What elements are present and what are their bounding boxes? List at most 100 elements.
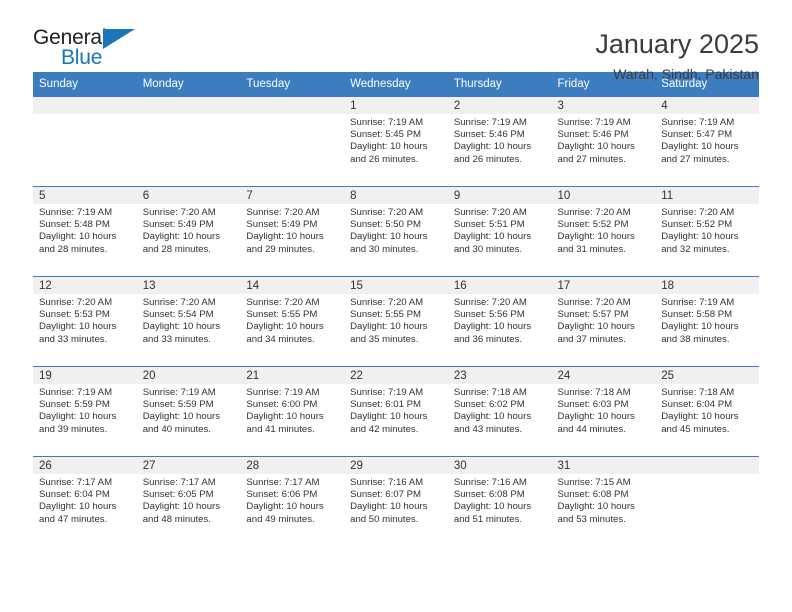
sunset-text: Sunset: 6:08 PM — [453, 489, 525, 501]
calendar-day-cell[interactable]: 5 Sunrise: 7:19 AM Sunset: 5:48 PM Daylight… — [33, 186, 137, 277]
daylight-text: Daylight: 10 hours and 39 minutes. — [39, 411, 117, 435]
day-details: Sunrise: 7:17 AM Sunset: 6:06 PM Daylight:… — [240, 474, 344, 526]
calendar-day-cell[interactable]: 24 Sunrise: 7:18 AM Sunset: 6:03 PM Dayligh… — [551, 366, 656, 457]
day-number — [33, 97, 137, 114]
calendar-day-cell[interactable]: 1 Sunrise: 7:19 AM Sunset: 5:45 PM Daylight… — [344, 96, 448, 187]
daylight-text: Daylight: 10 hours and 43 minutes. — [453, 411, 532, 435]
calendar-day-cell[interactable]: 6 Sunrise: 7:20 AM Sunset: 5:49 PM Daylight… — [136, 186, 241, 277]
day-number — [136, 97, 241, 114]
sunrise-text: Sunrise: 7:17 AM — [246, 477, 320, 488]
day-details: Sunrise: 7:19 AM Sunset: 5:59 PM Daylight:… — [137, 384, 241, 436]
day-number: 21 — [240, 367, 345, 384]
calendar-week-row: 12 Sunrise: 7:20 AM Sunset: 5:53 PM Dayligh… — [33, 276, 759, 367]
calendar-day-cell[interactable]: 8 Sunrise: 7:20 AM Sunset: 5:50 PM Daylight… — [344, 186, 448, 277]
day-details: Sunrise: 7:18 AM Sunset: 6:02 PM Daylight:… — [448, 384, 552, 436]
sunset-text: Sunset: 5:57 PM — [557, 309, 629, 321]
daylight-text: Daylight: 10 hours and 48 minutes. — [142, 501, 221, 525]
calendar-day-cell[interactable]: 25 Sunrise: 7:18 AM Sunset: 6:04 PM Dayligh… — [655, 366, 759, 457]
calendar-day-cell[interactable]: 16 Sunrise: 7:20 AM Sunset: 5:56 PM Dayligh… — [447, 276, 552, 367]
calendar-day-cell[interactable]: 18 Sunrise: 7:19 AM Sunset: 5:58 PM Dayligh… — [655, 276, 759, 367]
calendar-day-cell[interactable]: 19 Sunrise: 7:19 AM Sunset: 5:59 PM Dayligh… — [33, 366, 137, 457]
calendar-day-cell[interactable]: 13 Sunrise: 7:20 AM Sunset: 5:54 PM Dayligh… — [136, 276, 241, 367]
sunrise-text: Sunrise: 7:17 AM — [39, 477, 113, 488]
logo-text-blue: Blue — [61, 46, 103, 69]
daylight-text: Daylight: 10 hours and 27 minutes. — [557, 141, 635, 165]
calendar-day-cell[interactable]: 28 Sunrise: 7:17 AM Sunset: 6:06 PM Dayligh… — [240, 456, 345, 547]
sunset-text: Sunset: 5:47 PM — [661, 129, 733, 141]
day-number: 30 — [447, 457, 552, 474]
calendar-day-cell[interactable]: 9 Sunrise: 7:20 AM Sunset: 5:51 PM Daylight… — [447, 186, 552, 277]
calendar-day-cell[interactable]: 31 Sunrise: 7:15 AM Sunset: 6:08 PM Dayligh… — [551, 456, 656, 547]
daylight-text: Daylight: 10 hours and 40 minutes. — [142, 411, 221, 435]
calendar-day-cell[interactable]: 12 Sunrise: 7:20 AM Sunset: 5:53 PM Dayligh… — [33, 276, 137, 367]
sunset-text: Sunset: 6:01 PM — [350, 399, 422, 411]
daylight-text: Daylight: 10 hours and 28 minutes. — [39, 231, 117, 255]
sunset-text: Sunset: 6:08 PM — [557, 489, 629, 501]
day-details: Sunrise: 7:20 AM Sunset: 5:55 PM Daylight:… — [344, 294, 448, 346]
calendar-day-cell[interactable]: 29 Sunrise: 7:16 AM Sunset: 6:07 PM Dayligh… — [344, 456, 448, 547]
day-number: 1 — [344, 97, 448, 114]
day-details: Sunrise: 7:20 AM Sunset: 5:52 PM Daylight:… — [655, 204, 759, 256]
daylight-text: Daylight: 10 hours and 44 minutes. — [557, 411, 635, 435]
sunrise-text: Sunrise: 7:19 AM — [39, 387, 113, 398]
calendar-day-cell[interactable]: 10 Sunrise: 7:20 AM Sunset: 5:52 PM Dayligh… — [551, 186, 656, 277]
day-details: Sunrise: 7:17 AM Sunset: 6:05 PM Daylight:… — [137, 474, 241, 526]
daylight-text: Daylight: 10 hours and 31 minutes. — [557, 231, 635, 255]
logo-triangle-icon — [103, 29, 135, 49]
day-details: Sunrise: 7:20 AM Sunset: 5:55 PM Daylight:… — [240, 294, 344, 346]
calendar-day-cell[interactable]: 21 Sunrise: 7:19 AM Sunset: 6:00 PM Dayligh… — [240, 366, 345, 457]
day-number: 19 — [33, 367, 137, 384]
day-number: 31 — [551, 457, 656, 474]
sunrise-text: Sunrise: 7:18 AM — [557, 387, 631, 398]
daylight-text: Daylight: 10 hours and 29 minutes. — [246, 231, 324, 255]
day-details: Sunrise: 7:19 AM Sunset: 5:47 PM Daylight:… — [655, 114, 759, 166]
calendar-day-cell[interactable]: 17 Sunrise: 7:20 AM Sunset: 5:57 PM Dayligh… — [551, 276, 656, 367]
day-details: Sunrise: 7:19 AM Sunset: 5:46 PM Daylight:… — [448, 114, 552, 166]
day-number: 13 — [136, 277, 241, 294]
calendar-day-cell[interactable]: 20 Sunrise: 7:19 AM Sunset: 5:59 PM Dayligh… — [136, 366, 241, 457]
day-details: Sunrise: 7:18 AM Sunset: 6:03 PM Daylight:… — [552, 384, 656, 436]
day-number — [655, 457, 759, 474]
day-number: 16 — [447, 277, 552, 294]
calendar-day-cell[interactable]: 3 Sunrise: 7:19 AM Sunset: 5:46 PM Daylight… — [551, 96, 656, 187]
daylight-text: Daylight: 10 hours and 36 minutes. — [453, 321, 532, 345]
page-title: January 2025 — [595, 29, 759, 59]
sunset-text: Sunset: 6:06 PM — [246, 489, 318, 501]
day-number: 7 — [240, 187, 345, 204]
calendar-day-cell[interactable]: 27 Sunrise: 7:17 AM Sunset: 6:05 PM Dayligh… — [136, 456, 241, 547]
calendar-day-cell[interactable]: 2 Sunrise: 7:19 AM Sunset: 5:46 PM Daylight… — [447, 96, 552, 187]
calendar-day-cell-empty — [240, 96, 345, 187]
calendar-day-cell[interactable]: 30 Sunrise: 7:16 AM Sunset: 6:08 PM Dayligh… — [447, 456, 552, 547]
calendar-day-cell[interactable]: 15 Sunrise: 7:20 AM Sunset: 5:55 PM Dayligh… — [344, 276, 448, 367]
sunset-text: Sunset: 6:04 PM — [39, 489, 110, 501]
calendar-day-cell[interactable]: 4 Sunrise: 7:19 AM Sunset: 5:47 PM Daylight… — [655, 96, 759, 187]
day-number: 23 — [447, 367, 552, 384]
day-number: 18 — [655, 277, 759, 294]
day-details: Sunrise: 7:19 AM Sunset: 5:59 PM Daylight:… — [33, 384, 137, 436]
general-blue-logo[interactable]: General Blue — [33, 26, 163, 72]
sunrise-text: Sunrise: 7:19 AM — [453, 117, 527, 128]
calendar-day-cell[interactable]: 23 Sunrise: 7:18 AM Sunset: 6:02 PM Dayligh… — [447, 366, 552, 457]
calendar-day-cell[interactable]: 7 Sunrise: 7:20 AM Sunset: 5:49 PM Daylight… — [240, 186, 345, 277]
sunset-text: Sunset: 5:55 PM — [246, 309, 318, 321]
sunrise-text: Sunrise: 7:15 AM — [557, 477, 631, 488]
day-number: 22 — [344, 367, 448, 384]
calendar-day-cell[interactable]: 26 Sunrise: 7:17 AM Sunset: 6:04 PM Dayligh… — [33, 456, 137, 547]
day-number: 24 — [551, 367, 656, 384]
day-details: Sunrise: 7:19 AM Sunset: 6:01 PM Daylight:… — [344, 384, 448, 436]
day-number: 26 — [33, 457, 137, 474]
calendar-day-cell[interactable]: 14 Sunrise: 7:20 AM Sunset: 5:55 PM Dayligh… — [240, 276, 345, 367]
calendar-day-cell[interactable]: 11 Sunrise: 7:20 AM Sunset: 5:52 PM Dayligh… — [655, 186, 759, 277]
calendar-day-cell[interactable]: 22 Sunrise: 7:19 AM Sunset: 6:01 PM Dayligh… — [344, 366, 448, 457]
daylight-text: Daylight: 10 hours and 51 minutes. — [453, 501, 532, 525]
sunrise-text: Sunrise: 7:17 AM — [142, 477, 216, 488]
sunset-text: Sunset: 5:46 PM — [453, 129, 525, 141]
day-number: 8 — [344, 187, 448, 204]
day-details: Sunrise: 7:16 AM Sunset: 6:07 PM Daylight:… — [344, 474, 448, 526]
day-details: Sunrise: 7:20 AM Sunset: 5:51 PM Daylight:… — [448, 204, 552, 256]
sunrise-text: Sunrise: 7:19 AM — [661, 117, 735, 128]
sunset-text: Sunset: 6:04 PM — [661, 399, 733, 411]
daylight-text: Daylight: 10 hours and 47 minutes. — [39, 501, 117, 525]
sunrise-text: Sunrise: 7:18 AM — [661, 387, 735, 398]
sunrise-text: Sunrise: 7:16 AM — [453, 477, 527, 488]
